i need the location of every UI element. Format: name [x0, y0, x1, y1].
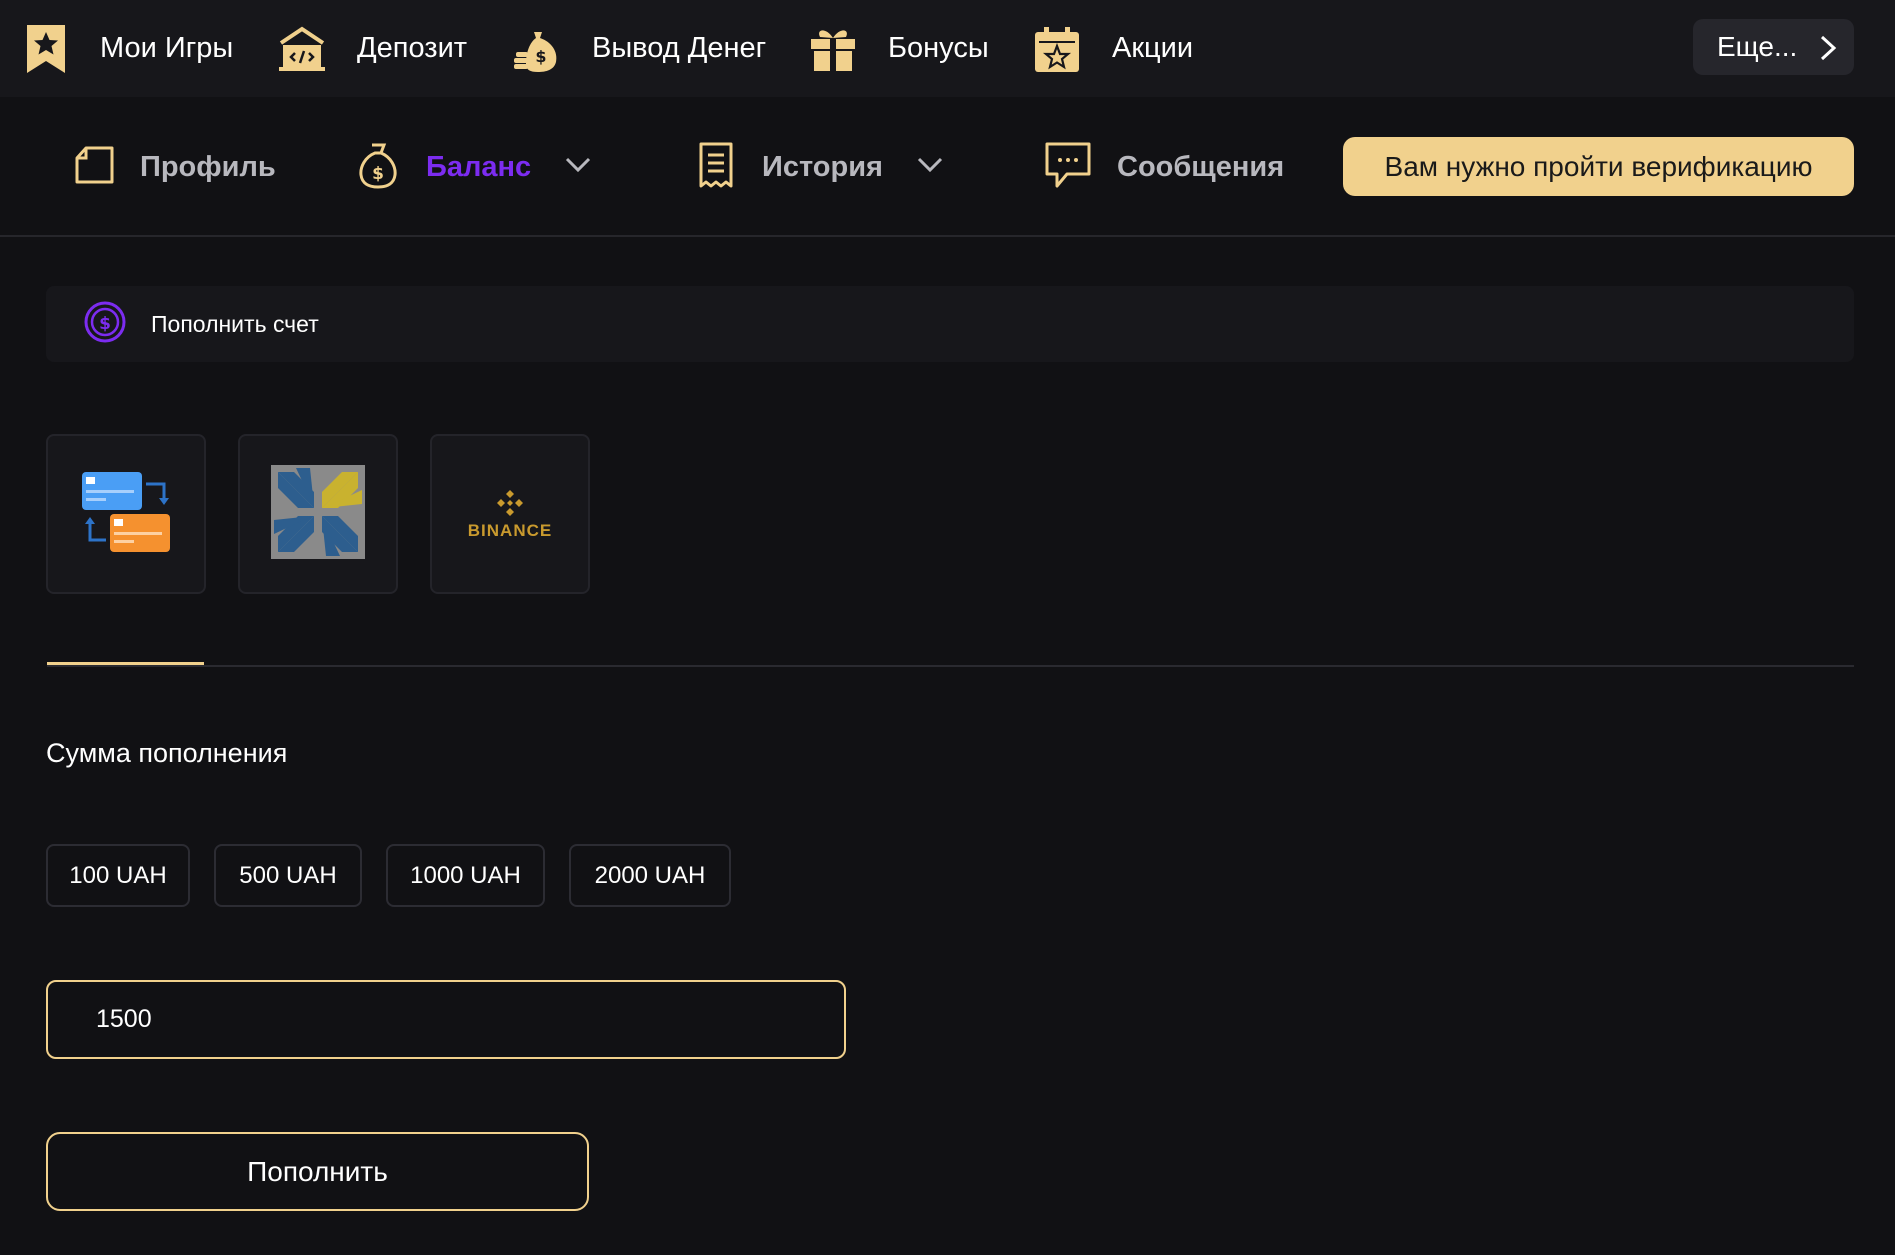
nav-withdraw[interactable]: $ Вывод Денег [512, 0, 766, 97]
amount-chip-2000[interactable]: 2000 UAH [569, 844, 731, 907]
subnav-messages-label: Сообщения [1117, 150, 1285, 183]
deposit-header-label: Пополнить счет [151, 310, 319, 337]
binance-wordmark: BINANCE [467, 520, 553, 540]
money-bag-icon: $ [358, 141, 398, 194]
star-bookmark-icon [25, 23, 67, 75]
svg-text:$: $ [99, 314, 111, 334]
nav-promotions-label: Акции [1112, 32, 1194, 64]
nav-withdraw-label: Вывод Денег [592, 32, 767, 64]
chevron-down-icon[interactable] [917, 157, 943, 178]
nav-bonuses-label: Бонусы [888, 32, 989, 64]
subnav-profile-label: Профиль [140, 150, 276, 183]
amount-chip-1000[interactable]: 1000 UAH [386, 844, 545, 907]
receipt-icon [698, 141, 734, 194]
subnav-history[interactable]: История [698, 97, 943, 237]
payment-method-pattern[interactable] [238, 434, 398, 594]
svg-text:$: $ [535, 47, 546, 66]
amount-chip-500[interactable]: 500 UAH [214, 844, 362, 907]
nav-deposit[interactable]: Депозит [277, 0, 467, 97]
svg-text:$: $ [372, 164, 384, 184]
deposit-header: $ Пополнить счет [46, 286, 1854, 362]
subnav-messages[interactable]: Сообщения [1043, 97, 1284, 237]
subnav-balance[interactable]: $ Баланс [358, 97, 591, 237]
binance-logo-icon: BINANCE [468, 488, 552, 541]
more-button-label: Еще... [1717, 31, 1798, 62]
calendar-star-icon [1032, 24, 1082, 74]
payment-tab-divider [47, 665, 1854, 667]
gift-icon [808, 25, 858, 73]
pattern-logo-icon [271, 464, 365, 564]
subnav-balance-label: Баланс [426, 150, 532, 183]
card-transfer-icon [80, 470, 172, 559]
nav-my-games-label: Мои Игры [100, 32, 234, 64]
nav-bonuses[interactable]: Бонусы [808, 0, 989, 97]
nav-my-games[interactable]: Мои Игры [25, 0, 233, 97]
payment-tab-indicator [47, 662, 204, 665]
subnav-history-label: История [762, 150, 883, 183]
more-button[interactable]: Еще... [1693, 19, 1854, 75]
amount-input[interactable] [46, 980, 846, 1059]
nav-deposit-label: Депозит [357, 32, 468, 64]
top-navigation: Мои Игры Депозит $ Вывод Денег Бонусы Ак… [0, 0, 1895, 97]
deposit-icon [277, 25, 327, 73]
account-navigation: Профиль $ Баланс История Сообщения Вам н… [0, 97, 1895, 237]
chat-bubble-icon [1043, 140, 1093, 195]
deposit-submit-button[interactable]: Пополнить [46, 1132, 589, 1211]
amount-chip-100[interactable]: 100 UAH [46, 844, 190, 907]
amount-title: Сумма пополнения [46, 738, 288, 768]
money-bag-icon: $ [512, 24, 564, 74]
nav-promotions[interactable]: Акции [1032, 0, 1193, 97]
verification-button[interactable]: Вам нужно пройти верификацию [1343, 137, 1854, 196]
payment-method-card[interactable] [46, 434, 206, 594]
folder-icon [74, 144, 116, 191]
chevron-down-icon[interactable] [565, 157, 591, 178]
coin-dollar-icon: $ [83, 300, 127, 349]
subnav-profile[interactable]: Профиль [74, 97, 276, 237]
payment-method-binance[interactable]: BINANCE [430, 434, 590, 594]
